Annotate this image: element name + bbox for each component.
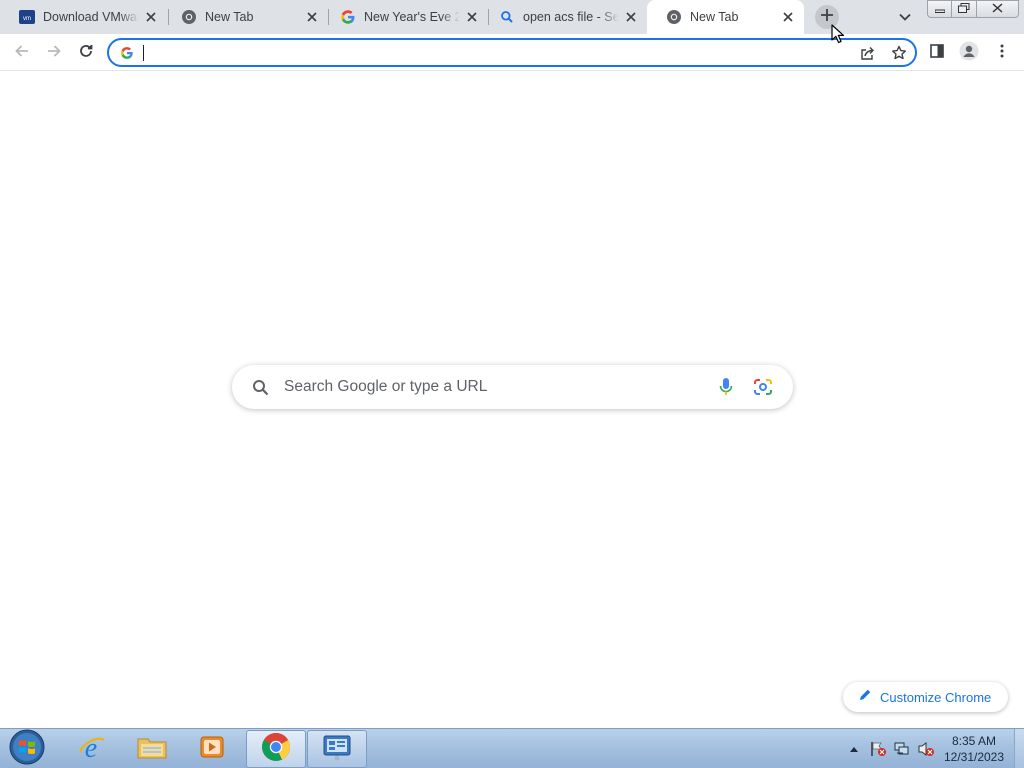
side-panel-button[interactable]: [923, 39, 951, 67]
toolbar: [0, 34, 1024, 71]
tab-title: New Tab: [205, 10, 254, 24]
internet-explorer-icon: e: [76, 732, 106, 767]
taskbar-control-panel[interactable]: [307, 730, 367, 768]
tab-new-tab-active[interactable]: New Tab: [647, 0, 804, 34]
avatar-icon: [959, 41, 979, 66]
profile-button[interactable]: [955, 39, 983, 67]
close-icon: [992, 0, 1003, 18]
reload-button[interactable]: [72, 39, 100, 67]
side-panel-icon: [930, 43, 944, 63]
chrome-icon: [181, 9, 197, 25]
control-panel-icon: [322, 733, 352, 766]
tab-new-tab[interactable]: New Tab: [162, 0, 328, 34]
close-icon[interactable]: [143, 9, 159, 25]
google-icon: [340, 9, 356, 25]
taskbar-media-player[interactable]: [182, 730, 242, 768]
minimize-icon: [934, 0, 945, 18]
tab-new-years-eve[interactable]: New Year's Eve 2023: [321, 0, 488, 34]
tab-open-acs-file[interactable]: open acs file - Search: [480, 0, 647, 34]
chrome-menu-button[interactable]: [988, 39, 1016, 67]
minimize-button[interactable]: [927, 0, 952, 18]
svg-text:vm: vm: [23, 16, 31, 22]
tab-strip: vm Download VMware Workstation New Tab N…: [0, 0, 1024, 34]
file-explorer-icon: [136, 733, 168, 766]
media-player-icon: [198, 733, 226, 766]
close-icon[interactable]: [304, 9, 320, 25]
chrome-icon: [666, 9, 682, 25]
system-clock[interactable]: 8:35 AM 12/31/2023: [936, 733, 1012, 765]
start-button[interactable]: [7, 729, 47, 768]
chevron-down-icon: [899, 8, 911, 26]
taskbar: e 8:35 AM 12/31/2023: [0, 728, 1024, 768]
window-close-button[interactable]: [977, 0, 1019, 18]
microphone-icon[interactable]: [716, 377, 736, 397]
show-desktop-button[interactable]: [1014, 729, 1024, 768]
windows-start-icon: [9, 729, 45, 768]
tab-download-vmware[interactable]: vm Download VMware Workstation: [0, 0, 167, 34]
google-lens-icon[interactable]: [753, 377, 773, 397]
google-icon: [119, 45, 135, 61]
window-controls: [927, 0, 1019, 18]
search-icon: [499, 9, 515, 25]
close-icon[interactable]: [464, 9, 480, 25]
taskbar-internet-explorer[interactable]: e: [61, 730, 121, 768]
svg-text:e: e: [85, 733, 97, 762]
network-icon[interactable]: [890, 729, 914, 768]
arrow-right-icon: [46, 43, 62, 64]
forward-button[interactable]: [40, 39, 68, 67]
address-bar[interactable]: [107, 38, 917, 67]
system-tray: [842, 729, 938, 768]
tab-title: Download VMware Workstation: [43, 10, 139, 24]
pencil-icon: [858, 688, 872, 707]
mouse-pointer-icon: [831, 24, 845, 44]
back-button[interactable]: [8, 39, 36, 67]
share-icon[interactable]: [857, 43, 877, 63]
tab-title: New Tab: [690, 10, 739, 24]
close-icon[interactable]: [623, 9, 639, 25]
clock-date: 12/31/2023: [943, 750, 1005, 764]
show-hidden-icons-button[interactable]: [842, 729, 866, 768]
tab-title: open acs file - Search: [523, 10, 619, 24]
reload-icon: [78, 43, 94, 64]
search-icon: [250, 377, 270, 397]
chrome-icon: [261, 732, 291, 767]
ntp-search-placeholder: Search Google or type a URL: [284, 378, 488, 395]
vmware-icon: vm: [19, 9, 35, 25]
taskbar-file-explorer[interactable]: [122, 730, 182, 768]
close-icon[interactable]: [780, 9, 796, 25]
restore-button[interactable]: [952, 0, 977, 18]
clock-time: 8:35 AM: [951, 734, 997, 748]
tab-search-button[interactable]: [896, 9, 914, 25]
action-center-flag-icon[interactable]: [866, 729, 890, 768]
more-vert-icon: [1000, 44, 1004, 63]
customize-chrome-button[interactable]: Customize Chrome: [843, 682, 1008, 712]
ntp-search-box[interactable]: Search Google or type a URL: [232, 365, 793, 409]
restore-icon: [958, 0, 970, 18]
address-input[interactable]: [145, 42, 845, 63]
arrow-left-icon: [14, 43, 30, 64]
taskbar-chrome[interactable]: [246, 730, 306, 768]
volume-muted-icon[interactable]: [914, 729, 938, 768]
text-caret: [143, 45, 144, 61]
customize-chrome-label: Customize Chrome: [880, 689, 992, 705]
tab-title: New Year's Eve 2023: [364, 10, 460, 24]
bookmark-star-icon[interactable]: [889, 43, 909, 63]
